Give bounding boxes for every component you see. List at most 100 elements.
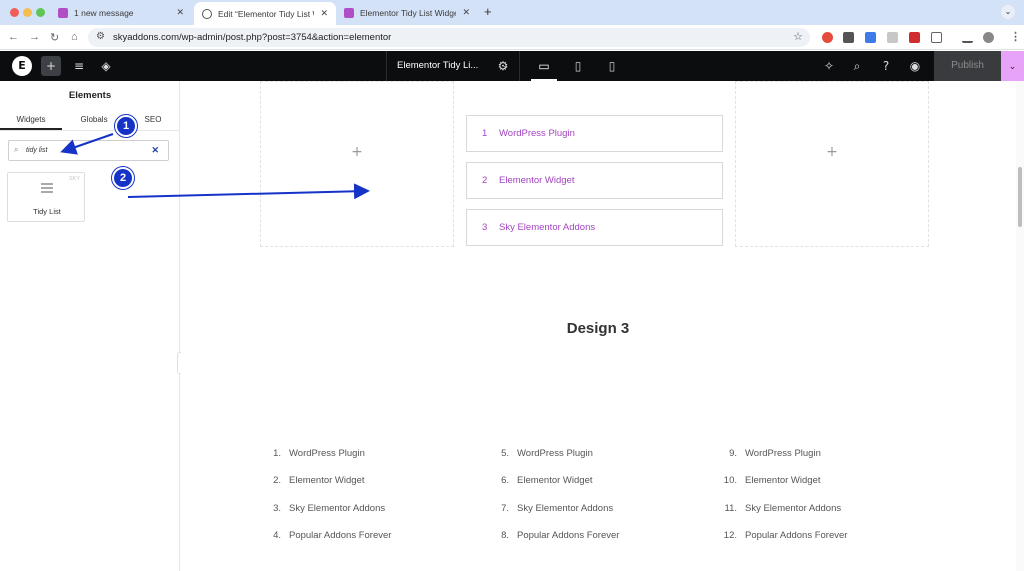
site-favicon-icon — [344, 7, 354, 18]
puzzle-extensions-icon[interactable] — [931, 32, 942, 43]
reload-icon[interactable]: ↻ — [50, 31, 59, 44]
step-badge-2: 2 — [112, 167, 134, 189]
search-icon: ⌕ — [14, 145, 19, 154]
add-widget-plus-icon[interactable]: + — [736, 144, 928, 160]
url-field[interactable]: ⚙ skyaddons.com/wp-admin/post.php?post=3… — [88, 28, 810, 47]
minimize-window-button[interactable] — [23, 8, 32, 17]
list-item[interactable]: 2 Elementor Widget — [466, 162, 723, 199]
profile-avatar[interactable] — [983, 32, 994, 43]
list-item-number: 1. — [273, 448, 281, 459]
list-item: 12. Popular Addons Forever — [724, 530, 848, 541]
tab-widgets[interactable]: Widgets — [0, 115, 62, 130]
list-item-text: Popular Addons Forever — [517, 530, 620, 541]
clear-search-icon[interactable]: ✕ — [151, 145, 159, 156]
close-tab-icon[interactable]: ✕ — [320, 8, 328, 19]
list-item-text: WordPress Plugin — [745, 448, 821, 459]
add-element-plus-icon[interactable]: + — [41, 56, 61, 76]
tab-label: Elementor Tidy List Widget - — [360, 7, 457, 18]
tab-search-chevron-icon[interactable]: ⌄ — [1001, 5, 1015, 19]
list-item-text: Popular Addons Forever — [289, 530, 392, 541]
list-item: 10. Elementor Widget — [724, 475, 821, 486]
browser-tab-preview[interactable]: Elementor Tidy List Widget - ✕ — [336, 2, 478, 23]
list-item-text: WordPress Plugin — [289, 448, 365, 459]
list-item: 9. WordPress Plugin — [729, 448, 821, 459]
list-item-number: 2 — [482, 175, 488, 186]
editor-canvas: + + 1 WordPress Plugin 2 Elementor Widge… — [181, 81, 1015, 571]
mobile-view-icon[interactable]: ▯ — [599, 51, 625, 81]
widget-label: Tidy List — [33, 207, 61, 216]
tab-label: 1 new message — [74, 7, 134, 18]
list-item: 1. WordPress Plugin — [273, 448, 365, 459]
help-icon[interactable]: ? — [876, 56, 896, 76]
add-widget-plus-icon[interactable]: + — [261, 144, 453, 160]
widget-search-input[interactable]: ⌕ tidy list ✕ — [8, 140, 169, 161]
list-item-number: 3. — [273, 503, 281, 514]
scrollbar-thumb[interactable] — [1018, 167, 1022, 227]
list-item-text: Popular Addons Forever — [745, 530, 848, 541]
preview-eye-icon[interactable]: ◉ — [905, 56, 925, 76]
translate-extension-icon[interactable] — [865, 32, 876, 43]
url-text: skyaddons.com/wp-admin/post.php?post=375… — [113, 32, 392, 43]
browser-tab-messages[interactable]: 1 new message ✕ — [50, 2, 192, 23]
red-extension-icon[interactable] — [909, 32, 920, 43]
list-icon — [41, 183, 53, 195]
publish-button[interactable]: Publish — [934, 51, 1001, 81]
empty-column-right[interactable]: + — [735, 81, 929, 247]
site-favicon-icon — [58, 7, 68, 18]
browser-menu-icon[interactable]: ⋮ — [1010, 30, 1021, 43]
tidy-list-widget[interactable]: SKY Tidy List — [7, 172, 85, 222]
close-tab-icon[interactable]: ✕ — [462, 7, 470, 18]
page-settings-gear-icon[interactable]: ⚙ — [493, 56, 513, 76]
list-item-text: Elementor Widget — [745, 475, 821, 486]
finder-search-icon[interactable]: ⌕ — [847, 56, 867, 76]
list-item: 2. Elementor Widget — [273, 475, 365, 486]
list-item-text: Sky Elementor Addons — [517, 503, 614, 514]
site-settings-sliders-icon[interactable]: ≡ — [69, 56, 89, 76]
elementor-top-bar: E + ≡ ◈ Elementor Tidy Li... ⌄ ⚙ ▭ ▯ ▯ ✧… — [0, 51, 1024, 81]
structure-layers-icon[interactable]: ◈ — [96, 56, 116, 76]
list-item-text: Elementor Widget — [517, 475, 593, 486]
list-item: 6. Elementor Widget — [501, 475, 593, 486]
page-title: Elementor Tidy Li... — [397, 60, 479, 71]
tablet-view-icon[interactable]: ▯ — [565, 51, 591, 81]
new-tab-button[interactable]: + — [484, 4, 492, 19]
empty-column-left[interactable]: + — [260, 81, 454, 247]
elements-panel: Elements Widgets Globals SEO ⌕ tidy list… — [0, 81, 180, 571]
step-badge-1: 1 — [115, 115, 137, 137]
list-item: 5. WordPress Plugin — [501, 448, 593, 459]
elementor-logo-icon[interactable]: E — [12, 56, 32, 76]
list-item-text: Elementor Widget — [289, 475, 365, 486]
list-item-text: Sky Elementor Addons — [745, 503, 842, 514]
chrome-extension-icon[interactable] — [822, 32, 833, 43]
list-item-number: 1 — [482, 128, 488, 139]
forward-arrow-icon[interactable]: → — [29, 31, 40, 43]
list-item-number: 4. — [273, 530, 281, 541]
bookmark-star-icon[interactable]: ☆ — [793, 30, 803, 43]
list-item-number: 7. — [501, 503, 509, 514]
browser-tab-editor[interactable]: Edit “Elementor Tidy List Wid ✕ — [194, 2, 336, 25]
list-item[interactable]: 3 Sky Elementor Addons — [466, 209, 723, 246]
maximize-window-button[interactable] — [36, 8, 45, 17]
canvas-scrollbar[interactable] — [1016, 81, 1024, 571]
list-item-number: 12. — [723, 530, 737, 541]
close-window-button[interactable] — [10, 8, 19, 17]
list-item-text: Sky Elementor Addons — [289, 503, 386, 514]
list-item-text: WordPress Plugin — [499, 128, 575, 139]
download-icon[interactable] — [962, 32, 973, 43]
grid-extension-icon[interactable] — [887, 32, 898, 43]
globe-icon — [202, 8, 212, 19]
notifications-rocket-icon[interactable]: ✧ — [819, 56, 839, 76]
list-item: 11. Sky Elementor Addons — [724, 503, 842, 514]
search-value: tidy list — [26, 147, 48, 154]
desktop-view-icon[interactable]: ▭ — [531, 51, 557, 81]
close-tab-icon[interactable]: ✕ — [176, 7, 184, 18]
list-item[interactable]: 1 WordPress Plugin — [466, 115, 723, 152]
section-heading: Design 3 — [566, 320, 630, 337]
home-icon[interactable]: ⌂ — [71, 31, 78, 43]
publish-options-chevron-icon[interactable]: ⌄ — [1001, 51, 1024, 81]
shield-extension-icon[interactable] — [843, 32, 854, 43]
back-arrow-icon[interactable]: ← — [8, 31, 19, 43]
list-item-number: 10. — [723, 475, 737, 486]
site-settings-icon[interactable]: ⚙ — [96, 31, 105, 42]
list-item: 3. Sky Elementor Addons — [273, 503, 386, 514]
